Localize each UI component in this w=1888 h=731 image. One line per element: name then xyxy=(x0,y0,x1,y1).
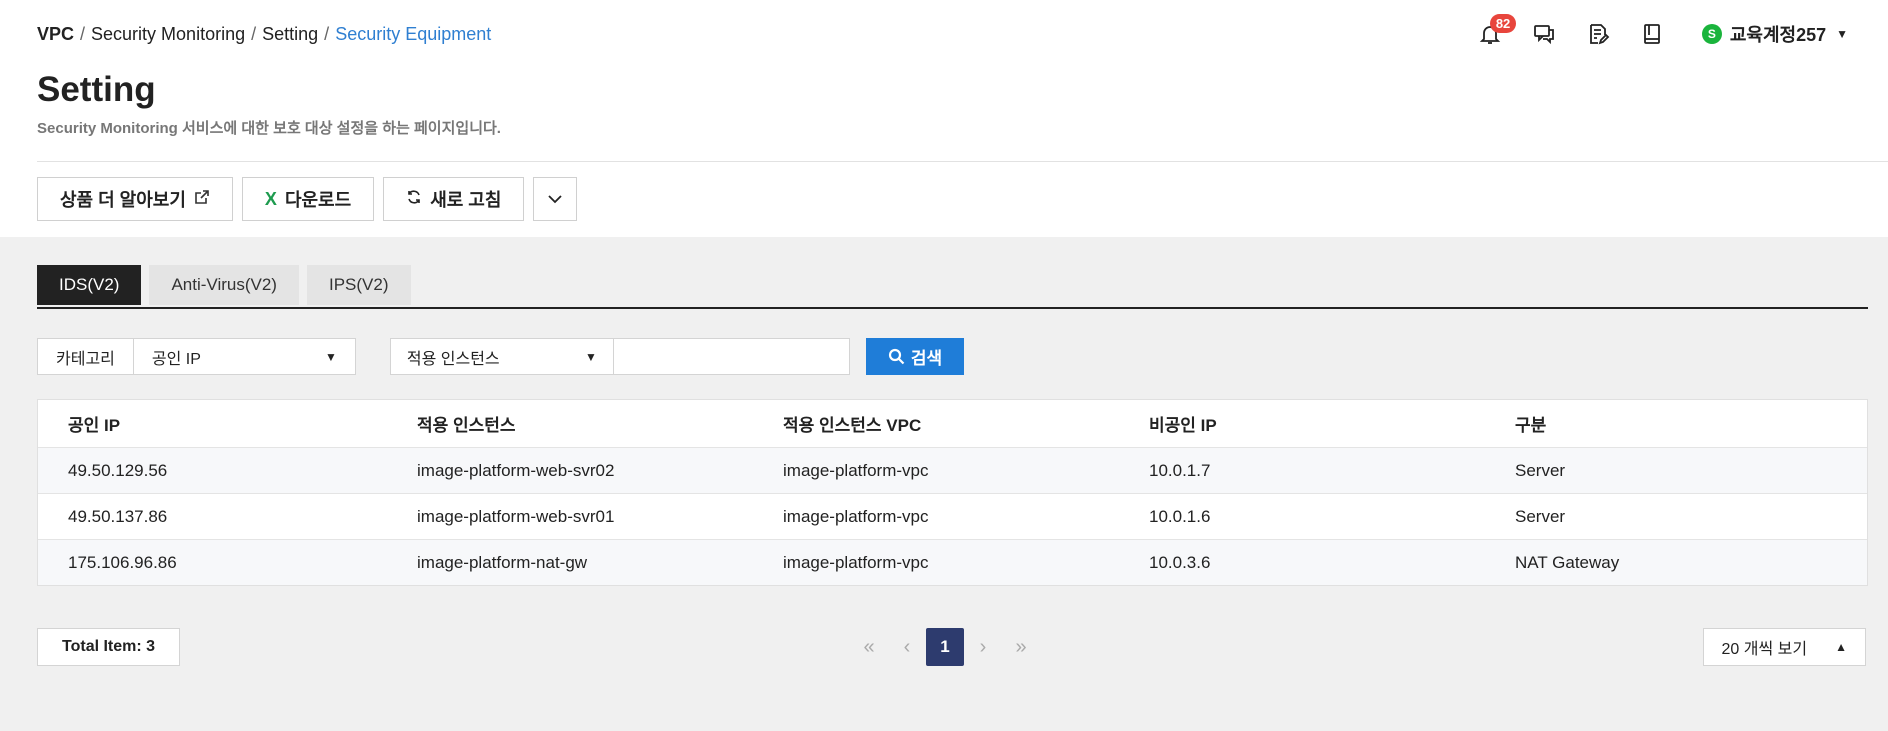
breadcrumb-separator: / xyxy=(324,24,330,44)
edit-note-icon xyxy=(1589,24,1610,45)
cell-public-ip: 49.50.137.86 xyxy=(68,506,168,526)
breadcrumb-separator: / xyxy=(251,24,257,44)
prev-page-icon[interactable]: ‹ xyxy=(888,628,926,666)
user-menu[interactable]: S 교육계정257 ▼ xyxy=(1701,21,1848,47)
tab-ips[interactable]: IPS(V2) xyxy=(306,265,411,305)
learn-more-label: 상품 더 알아보기 xyxy=(60,190,186,210)
cell-instance-vpc: image-platform-vpc xyxy=(783,552,929,572)
column-header-instance[interactable]: 적용 인스턴스 xyxy=(387,411,753,436)
pagination: « ‹ 1 › » xyxy=(850,628,1040,666)
chat-button[interactable] xyxy=(1530,20,1558,48)
tab-bar: IDS(V2) Anti-Virus(V2) IPS(V2) xyxy=(37,265,1868,309)
cell-public-ip: 49.50.129.56 xyxy=(68,460,168,480)
user-name: 교육계정257 xyxy=(1729,25,1827,45)
search-icon xyxy=(888,348,905,365)
category-label: 카테고리 xyxy=(37,338,134,375)
cell-instance: image-platform-web-svr01 xyxy=(417,506,615,526)
divider xyxy=(37,161,1888,162)
page-title: Setting xyxy=(37,70,156,109)
cell-type: Server xyxy=(1515,506,1566,526)
caret-down-icon: ▼ xyxy=(325,349,337,364)
breadcrumb-setting[interactable]: Setting xyxy=(262,24,318,44)
caret-down-icon: ▼ xyxy=(1836,27,1848,41)
instance-select[interactable]: 적용 인스턴스 ▼ xyxy=(391,345,613,369)
column-header-public-ip[interactable]: 공인 IP xyxy=(38,411,387,436)
cell-type: NAT Gateway xyxy=(1515,552,1620,572)
guide-button[interactable] xyxy=(1638,20,1666,48)
search-input[interactable] xyxy=(613,338,850,375)
caret-down-icon: ▼ xyxy=(585,349,597,364)
refresh-label: 새로 고침 xyxy=(430,190,502,210)
download-button[interactable]: X 다운로드 xyxy=(241,177,375,221)
header-tools: 82 S 교육계정257 ▼ xyxy=(1450,14,1848,50)
category-select[interactable]: 공인 IP ▼ xyxy=(133,338,356,375)
action-bar: 상품 더 알아보기 X 다운로드 새로 고침 xyxy=(37,177,586,221)
next-page-icon[interactable]: › xyxy=(964,628,1002,666)
instance-select-value: 적용 인스턴스 xyxy=(406,350,500,368)
refresh-icon xyxy=(406,189,422,210)
breadcrumb-vpc[interactable]: VPC xyxy=(37,24,74,44)
cell-type: Server xyxy=(1515,460,1566,480)
chevron-down-icon xyxy=(548,195,563,204)
search-button-label: 검색 xyxy=(910,349,943,368)
tab-ids[interactable]: IDS(V2) xyxy=(37,265,142,305)
cell-instance: image-platform-web-svr02 xyxy=(417,460,615,480)
notification-button[interactable]: 82 xyxy=(1476,14,1517,48)
page-description: Security Monitoring 서비스에 대한 보호 대상 설정을 하는… xyxy=(37,120,501,137)
breadcrumb-current: Security Equipment xyxy=(335,24,492,44)
external-link-icon xyxy=(194,189,210,210)
first-page-icon[interactable]: « xyxy=(850,628,888,666)
cell-private-ip: 10.0.3.6 xyxy=(1149,552,1211,572)
table-row[interactable]: 175.106.96.86 image-platform-nat-gw imag… xyxy=(38,539,1867,585)
cell-private-ip: 10.0.1.7 xyxy=(1149,460,1211,480)
book-icon xyxy=(1643,24,1660,44)
search-button[interactable]: 검색 xyxy=(865,338,965,375)
download-label: 다운로드 xyxy=(284,190,352,210)
excel-icon: X xyxy=(264,188,277,209)
chat-icon xyxy=(1533,25,1554,45)
tab-anti-virus[interactable]: Anti-Virus(V2) xyxy=(149,265,299,305)
data-table: 공인 IP 적용 인스턴스 적용 인스턴스 VPC 비공인 IP 구분 49.5… xyxy=(37,399,1868,586)
filter-bar: 카테고리 공인 IP ▼ 적용 인스턴스 ▼ 검색 xyxy=(37,338,965,375)
cell-instance: image-platform-nat-gw xyxy=(417,552,588,572)
cell-instance-vpc: image-platform-vpc xyxy=(783,460,929,480)
cell-private-ip: 10.0.1.6 xyxy=(1149,506,1211,526)
table-row[interactable]: 49.50.129.56 image-platform-web-svr02 im… xyxy=(38,447,1867,493)
instance-select-wrapper: 적용 인스턴스 ▼ xyxy=(389,338,614,375)
user-avatar: S xyxy=(1701,24,1722,44)
category-select-value: 공인 IP xyxy=(151,350,201,368)
refresh-button[interactable]: 새로 고침 xyxy=(383,177,525,221)
more-actions-button[interactable] xyxy=(533,177,578,221)
top-panel: VPC / Security Monitoring / Setting / Security… xyxy=(0,0,1888,237)
column-header-instance-vpc[interactable]: 적용 인스턴스 VPC xyxy=(753,411,1119,436)
breadcrumb: VPC / Security Monitoring / Setting / Security… xyxy=(37,24,491,45)
caret-up-icon: ▲ xyxy=(1835,640,1847,654)
page-size-value: 20 개씩 보기 xyxy=(1721,641,1808,658)
last-page-icon[interactable]: » xyxy=(1002,628,1040,666)
column-header-type[interactable]: 구분 xyxy=(1485,411,1867,436)
cell-instance-vpc: image-platform-vpc xyxy=(783,506,929,526)
table-row[interactable]: 49.50.137.86 image-platform-web-svr01 im… xyxy=(38,493,1867,539)
page-number-current[interactable]: 1 xyxy=(926,628,964,666)
table-header-row: 공인 IP 적용 인스턴스 적용 인스턴스 VPC 비공인 IP 구분 xyxy=(38,400,1867,447)
breadcrumb-security-monitoring[interactable]: Security Monitoring xyxy=(91,24,245,44)
column-header-private-ip[interactable]: 비공인 IP xyxy=(1119,411,1485,436)
cell-public-ip: 175.106.96.86 xyxy=(68,552,177,572)
memo-button[interactable] xyxy=(1584,20,1612,48)
page-size-select[interactable]: 20 개씩 보기 ▲ xyxy=(1702,628,1866,666)
breadcrumb-separator: / xyxy=(80,24,86,44)
total-items: Total Item: 3 xyxy=(37,628,181,666)
notification-badge: 82 xyxy=(1489,14,1517,33)
learn-more-button[interactable]: 상품 더 알아보기 xyxy=(37,177,233,221)
